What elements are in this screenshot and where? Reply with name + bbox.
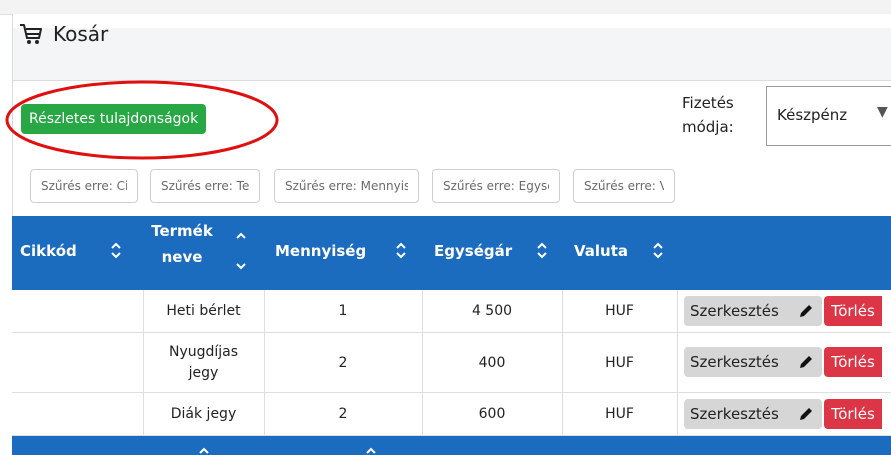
cell-egysegar: 400 [478, 354, 506, 371]
filter-mennyiseg-input[interactable] [274, 169, 419, 203]
sort-icon[interactable] [235, 230, 247, 250]
pencil-icon [800, 408, 812, 420]
filter-termek-neve-input[interactable] [150, 169, 260, 203]
column-header-valuta[interactable]: Valuta [574, 242, 628, 260]
cell-valuta: HUF [605, 354, 634, 371]
cell-cikkod [12, 393, 143, 435]
cell-termek-neve: Heti bérlet [166, 303, 241, 319]
cell-egysegar: 600 [478, 406, 506, 422]
sort-icon[interactable] [235, 256, 247, 276]
cell-mennyiseg: 2 [338, 354, 348, 371]
sort-icon[interactable] [536, 240, 548, 260]
edit-button[interactable]: Szerkesztés [684, 347, 822, 377]
pencil-icon [800, 356, 812, 368]
column-header-egysegar[interactable]: Egységár [434, 242, 512, 260]
summary-table-header-partial [12, 436, 891, 455]
delete-button[interactable]: Törlés [824, 399, 882, 429]
payment-method-label: Fizetés módja: [682, 94, 734, 136]
sort-icon[interactable] [652, 240, 664, 260]
cell-termek-neve: Nyugdíjas jegy [168, 343, 239, 381]
column-header-cikkod[interactable]: Cikkód [20, 242, 77, 260]
column-header-mennyiseg[interactable]: Mennyiség [275, 242, 366, 260]
page-title: Kosár [53, 22, 109, 46]
filter-egysegar-input[interactable] [432, 169, 560, 203]
table-row: Nyugdíjas jegy 2 400 HUF Szerkesztés Törl… [12, 333, 891, 393]
delete-button[interactable]: Törlés [824, 347, 882, 377]
table-header: Cikkód Termék neve Mennyiség Egységár Va… [12, 216, 891, 290]
edit-button[interactable]: Szerkesztés [684, 399, 822, 429]
cell-mennyiseg: 1 [338, 303, 348, 319]
delete-button[interactable]: Törlés [824, 296, 882, 326]
sort-icon[interactable] [395, 240, 407, 260]
sort-icon[interactable] [110, 240, 122, 260]
cell-termek-neve: Diák jegy [170, 406, 237, 422]
pencil-icon [800, 305, 812, 317]
payment-method-value: Készpénz [777, 106, 848, 124]
filter-cikkod-input[interactable] [30, 169, 138, 203]
sort-icon [366, 447, 376, 454]
detailed-properties-button[interactable]: Részletes tulajdonságok [21, 104, 207, 134]
sort-icon [199, 447, 209, 454]
cell-egysegar: 4 500 [471, 303, 513, 319]
table-row: Diák jegy 2 600 HUF Szerkesztés Törlés [12, 393, 891, 436]
panel-header [13, 28, 891, 81]
edit-button[interactable]: Szerkesztés [684, 296, 822, 326]
chevron-down-icon: ▼ [877, 104, 888, 120]
cell-cikkod [12, 333, 143, 392]
cell-valuta: HUF [605, 303, 634, 319]
cell-cikkod [12, 290, 143, 332]
column-header-termek-neve[interactable]: Termék neve [147, 218, 217, 270]
cell-mennyiseg: 2 [338, 406, 348, 422]
filter-valuta-input[interactable] [573, 169, 675, 203]
cell-valuta: HUF [605, 406, 634, 422]
cart-icon [20, 24, 42, 44]
window-top-strip [0, 0, 891, 15]
table-row: Heti bérlet 1 4 500 HUF Szerkesztés Törl… [12, 290, 891, 333]
payment-method-select[interactable]: Készpénz ▼ [766, 86, 891, 146]
